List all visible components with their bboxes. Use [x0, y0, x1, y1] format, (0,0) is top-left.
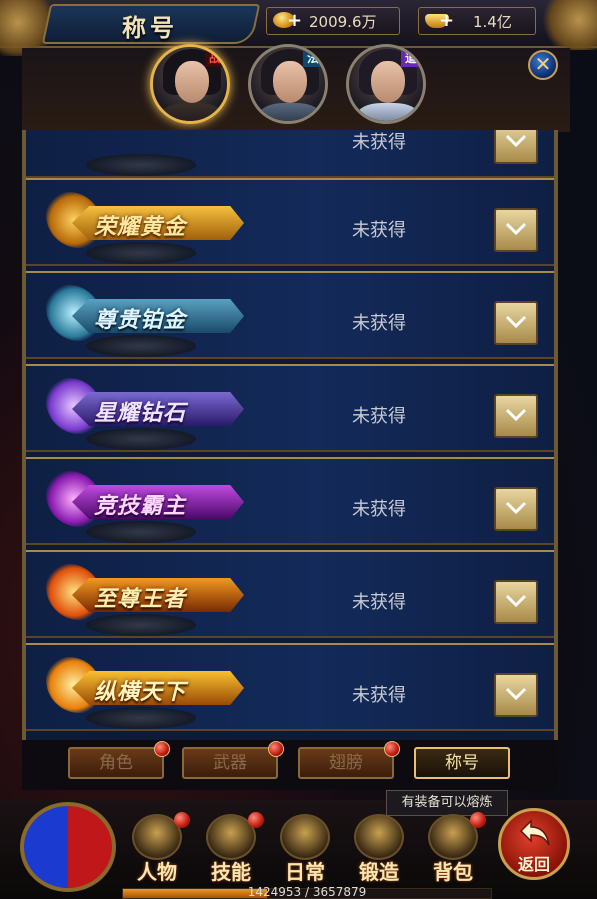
tab-character[interactable]: 角色 — [68, 741, 170, 779]
nav-label: 日常 — [285, 860, 325, 884]
pedestal — [86, 242, 196, 264]
character-warrior-avatar[interactable]: 战 — [150, 44, 230, 124]
character-mage-avatar[interactable]: 法 — [248, 44, 328, 124]
gold-value: 2009.6万 — [309, 12, 377, 31]
class-tag: 战 — [205, 49, 225, 67]
nav-bag-button[interactable]: 背包 — [418, 812, 488, 888]
pedestal — [86, 335, 196, 357]
close-icon: ✕ — [534, 52, 552, 76]
nav-label: 锻造 — [359, 860, 399, 884]
title-status: 未获得 — [352, 499, 406, 520]
expand-button[interactable] — [494, 130, 538, 164]
page-title: 称号 — [122, 14, 178, 42]
tab-label: 称号 — [445, 753, 479, 773]
title-row[interactable]: 星耀钻石 未获得 — [26, 364, 554, 452]
expand-button[interactable] — [494, 208, 538, 252]
scroll-sword-icon — [280, 814, 330, 860]
expand-button[interactable] — [494, 673, 538, 717]
title-list[interactable]: 未获得 荣耀黄金 未获得 尊贵铂金 未获得 星耀钻石 未获得 竞技霸主 未获得 … — [22, 130, 558, 740]
gold-counter[interactable]: + 2009.6万 — [266, 7, 400, 35]
notification-dot — [268, 741, 284, 757]
ingot-value: 1.4亿 — [473, 12, 512, 31]
title-name: 星耀钻石 — [94, 401, 187, 426]
experience-bar: 1424953 / 3657879 — [122, 885, 492, 899]
expand-button[interactable] — [494, 580, 538, 624]
pedestal — [86, 614, 196, 636]
notification-dot — [248, 812, 264, 828]
pedestal — [86, 428, 196, 450]
back-button[interactable]: 返回 — [498, 808, 570, 880]
title-row[interactable]: 竞技霸主 未获得 — [26, 457, 554, 545]
anvil-icon — [354, 814, 404, 860]
tab-label: 武器 — [213, 753, 247, 773]
tab-label: 角色 — [99, 753, 133, 773]
title-status: 未获得 — [352, 685, 406, 706]
chevron-down-icon — [505, 594, 527, 608]
nav-daily-button[interactable]: 日常 — [270, 812, 340, 888]
nav-forge-button[interactable]: 锻造 — [344, 812, 414, 888]
character-taoist-avatar[interactable]: 道 — [346, 44, 426, 124]
title-status: 未获得 — [352, 406, 406, 427]
title-status: 未获得 — [352, 313, 406, 334]
title-status: 未获得 — [352, 132, 406, 153]
nav-character-button[interactable]: 人物 — [122, 812, 192, 888]
chevron-down-icon — [505, 408, 527, 422]
tab-weapon[interactable]: 武器 — [182, 741, 284, 779]
nav-label: 人物 — [137, 860, 177, 884]
dragon-ornament-icon — [537, 0, 597, 50]
title-name: 尊贵铂金 — [94, 308, 187, 333]
notification-dot — [470, 812, 486, 828]
chevron-down-icon — [505, 134, 527, 148]
title-name: 至尊王者 — [94, 587, 187, 612]
title-status: 未获得 — [352, 220, 406, 241]
title-status: 未获得 — [352, 592, 406, 613]
chevron-down-icon — [505, 687, 527, 701]
title-row[interactable]: 纵横天下 未获得 — [26, 643, 554, 731]
gold-coin-icon: + — [273, 10, 303, 32]
title-row[interactable]: 尊贵铂金 未获得 — [26, 271, 554, 359]
chevron-down-icon — [505, 501, 527, 515]
chevron-down-icon — [505, 315, 527, 329]
class-tag: 道 — [401, 49, 421, 67]
title-row[interactable]: 荣耀黄金 未获得 — [26, 178, 554, 266]
title-name: 荣耀黄金 — [94, 215, 187, 240]
experience-text: 1424953 / 3657879 — [247, 885, 367, 899]
expand-button[interactable] — [494, 487, 538, 531]
tab-wings[interactable]: 翅膀 — [298, 741, 400, 779]
notification-dot — [154, 741, 170, 757]
pedestal — [86, 521, 196, 543]
notification-dot — [174, 812, 190, 828]
notification-dot — [384, 741, 400, 757]
expand-button[interactable] — [494, 394, 538, 438]
nav-label: 技能 — [211, 860, 251, 884]
title-row[interactable]: 未获得 — [26, 130, 554, 178]
title-row[interactable]: 至尊王者 未获得 — [26, 550, 554, 638]
title-name: 竞技霸主 — [94, 494, 187, 519]
ingot-icon: + — [425, 10, 455, 32]
nav-skills-button[interactable]: 技能 — [196, 812, 266, 888]
pedestal — [86, 707, 196, 729]
top-bar: 称号 + 2009.6万 + 1.4亿 — [0, 0, 597, 56]
tab-label: 翅膀 — [329, 753, 363, 773]
expand-button[interactable] — [494, 301, 538, 345]
nav-label: 背包 — [433, 860, 473, 884]
class-tag: 法 — [303, 49, 323, 67]
back-arrow-icon — [519, 819, 550, 846]
ingot-counter[interactable]: + 1.4亿 — [418, 7, 536, 35]
pedestal — [86, 154, 196, 176]
title-name: 纵横天下 — [94, 680, 187, 705]
tab-title[interactable]: 称号 — [414, 747, 510, 779]
game-screen: 称号 + 2009.6万 + 1.4亿 战 法 道 ✕ 未获得 荣耀黄金 未获得… — [0, 0, 597, 899]
chevron-down-icon — [505, 222, 527, 236]
close-button[interactable]: ✕ — [528, 50, 558, 80]
back-label: 返回 — [517, 855, 550, 874]
hp-mp-orb — [20, 802, 116, 892]
